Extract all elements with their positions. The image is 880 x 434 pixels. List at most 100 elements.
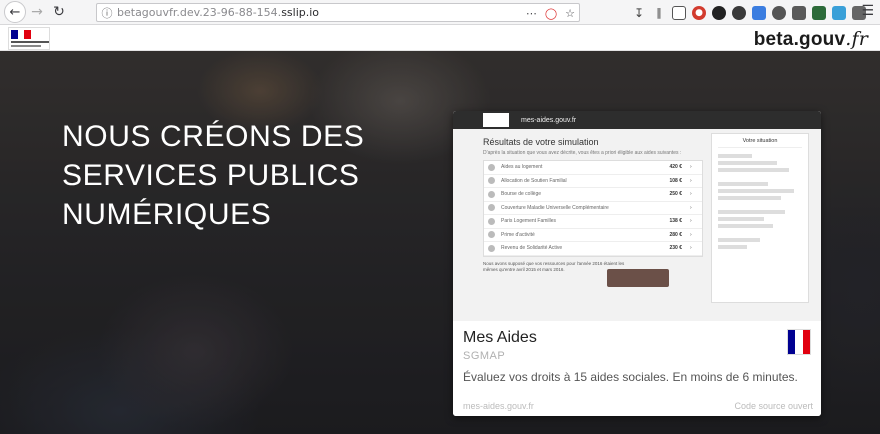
extension-icon[interactable] bbox=[792, 5, 806, 20]
extension-icon[interactable] bbox=[732, 5, 746, 20]
back-icon[interactable]: ← bbox=[4, 1, 26, 23]
aid-amount: 230 € bbox=[669, 245, 682, 252]
aid-amount: 280 € bbox=[669, 231, 682, 238]
screenshot-row: Revenu de Solidarité Active 230 € › bbox=[484, 242, 702, 256]
flag-white bbox=[795, 330, 803, 354]
more-icon[interactable]: ⋯ bbox=[526, 7, 537, 20]
screenshot-title: Résultats de votre simulation bbox=[483, 137, 599, 147]
marianne-logo[interactable] bbox=[8, 27, 50, 50]
brand-tld: .fr bbox=[845, 28, 868, 50]
extension-toolbar: ↧ ‖ ● bbox=[632, 3, 866, 22]
flag-icon bbox=[11, 30, 32, 39]
chevron-right-icon: › bbox=[690, 164, 692, 171]
flag-red bbox=[802, 330, 810, 354]
url-text[interactable]: betagouvfr.dev.23-96-88-154.sslip.io bbox=[117, 6, 319, 19]
brand-link[interactable]: beta.gouv.fr bbox=[754, 28, 868, 51]
hero: NOUS CRÉONS DES SERVICES PUBLICS NUMÉRIQ… bbox=[0, 51, 880, 434]
placeholder-line bbox=[718, 154, 752, 158]
screenshot-header: mes-aides.gouv.fr bbox=[453, 111, 821, 129]
menu-icon[interactable]: ☰ bbox=[861, 3, 874, 19]
placeholder-line bbox=[718, 196, 781, 200]
forward-icon[interactable]: → bbox=[26, 1, 48, 23]
extension-icon[interactable] bbox=[772, 5, 786, 20]
aid-label: Prime d'activité bbox=[501, 231, 535, 238]
screenshot-sidebar: Votre situation bbox=[711, 133, 809, 303]
card-org: SGMAP bbox=[463, 350, 506, 362]
screenshot-row: Allocation de Soutien Familial 108 € › bbox=[484, 175, 702, 188]
screenshot-list: Aides au logement 420 € › Allocation de Sou… bbox=[483, 160, 703, 257]
library-icon[interactable]: ‖ bbox=[652, 6, 666, 20]
url-bar[interactable]: ⓘ betagouvfr.dev.23-96-88-154.sslip.io ⋯… bbox=[96, 3, 580, 22]
screenshot-row: Couverture Maladie Universelle Complémen… bbox=[484, 202, 702, 215]
card-description: Évaluez vos droits à 15 aides sociales. … bbox=[463, 370, 798, 384]
screenshot-row: Aides au logement 420 € › bbox=[484, 161, 702, 175]
bookmark-star-icon[interactable]: ☆ bbox=[565, 7, 575, 20]
extension-icon[interactable] bbox=[712, 5, 726, 20]
aid-icon bbox=[488, 217, 495, 225]
logo-text-line bbox=[11, 41, 49, 43]
chevron-right-icon: › bbox=[690, 191, 692, 198]
aid-icon bbox=[488, 231, 495, 239]
screenshot-button bbox=[607, 269, 669, 287]
screenshot-main: Résultats de votre simulation D'après la… bbox=[483, 133, 703, 321]
url-host: betagouvfr.dev.23-96-88-154. bbox=[117, 6, 282, 19]
aid-label: Paris Logement Familles bbox=[501, 218, 557, 225]
info-icon[interactable]: ⓘ bbox=[97, 5, 117, 21]
screenshot-side-title: Votre situation bbox=[718, 138, 802, 148]
url-domain: sslip.io bbox=[281, 6, 320, 19]
flag-blue bbox=[11, 30, 18, 39]
aid-icon bbox=[488, 190, 495, 198]
project-card[interactable]: mes-aides.gouv.fr Résultats de votre sim… bbox=[453, 111, 821, 416]
pocket-icon[interactable]: ◯ bbox=[545, 7, 557, 20]
extension-icon[interactable] bbox=[812, 5, 826, 20]
card-title[interactable]: Mes Aides bbox=[463, 329, 537, 347]
aid-icon bbox=[488, 177, 495, 185]
aid-label: Couverture Maladie Universelle Complémen… bbox=[501, 204, 609, 211]
aid-label: Aides au logement bbox=[501, 164, 543, 171]
aid-icon bbox=[488, 163, 495, 171]
project-screenshot: mes-aides.gouv.fr Résultats de votre sim… bbox=[453, 111, 821, 321]
reload-icon[interactable]: ↻ bbox=[48, 1, 70, 23]
aid-icon bbox=[488, 204, 495, 212]
placeholder-line bbox=[718, 161, 777, 165]
aid-label: Bourse de collège bbox=[501, 191, 542, 198]
placeholder-line bbox=[718, 182, 769, 186]
card-body: Mes Aides SGMAP Évaluez vos droits à 15 … bbox=[453, 321, 821, 416]
logo-text-line bbox=[11, 45, 41, 47]
aid-amount: 108 € bbox=[669, 177, 682, 184]
site-header: beta.gouv.fr bbox=[0, 26, 880, 51]
placeholder-line bbox=[718, 217, 765, 221]
placeholder-line bbox=[718, 189, 794, 193]
screenshot-site-name: mes-aides.gouv.fr bbox=[521, 116, 577, 124]
chevron-right-icon: › bbox=[690, 177, 692, 184]
chevron-right-icon: › bbox=[690, 204, 692, 211]
card-source-link[interactable]: Code source ouvert bbox=[734, 401, 813, 411]
browser-toolbar: ← → ↻ ⓘ betagouvfr.dev.23-96-88-154.ssli… bbox=[0, 0, 880, 25]
aid-amount: 138 € bbox=[669, 218, 682, 225]
screenshot-subtitle: D'après la situation que vous avez décri… bbox=[483, 150, 682, 156]
brand-main: beta.gouv bbox=[753, 29, 846, 50]
extension-icon[interactable] bbox=[752, 5, 766, 20]
aid-amount: 420 € bbox=[669, 164, 682, 171]
aid-amount: 250 € bbox=[669, 191, 682, 198]
placeholder-line bbox=[718, 245, 748, 249]
sidebar-icon[interactable] bbox=[672, 5, 686, 20]
chevron-right-icon: › bbox=[690, 218, 692, 225]
placeholder-line bbox=[718, 168, 790, 172]
placeholder-line bbox=[718, 224, 773, 228]
aid-label: Revenu de Solidarité Active bbox=[501, 245, 563, 252]
screenshot-logo bbox=[483, 113, 509, 127]
screenshot-row: Prime d'activité 280 € › bbox=[484, 229, 702, 242]
extension-icon[interactable] bbox=[832, 5, 846, 20]
placeholder-line bbox=[718, 238, 760, 242]
placeholder-line bbox=[718, 210, 786, 214]
chevron-right-icon: › bbox=[690, 245, 692, 252]
flag-white bbox=[17, 30, 25, 39]
aid-label: Allocation de Soutien Familial bbox=[501, 177, 567, 184]
screenshot-row: Bourse de collège 250 € › bbox=[484, 188, 702, 202]
hero-title: NOUS CRÉONS DES SERVICES PUBLICS NUMÉRIQ… bbox=[62, 120, 365, 231]
flag-blue bbox=[788, 330, 796, 354]
extension-icon[interactable]: ● bbox=[692, 5, 706, 20]
download-icon[interactable]: ↧ bbox=[632, 6, 646, 20]
card-site-link[interactable]: mes-aides.gouv.fr bbox=[463, 401, 534, 411]
